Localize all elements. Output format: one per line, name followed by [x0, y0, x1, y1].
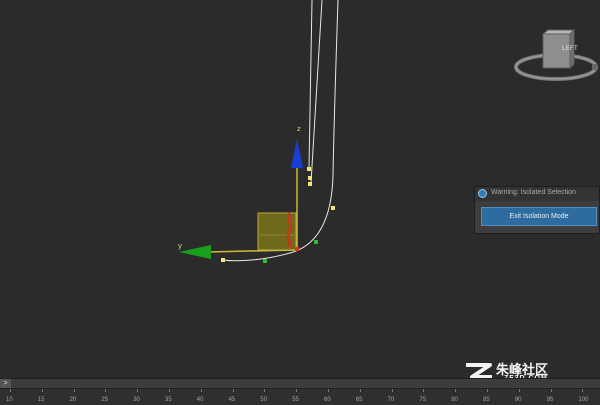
track-bar-tick-label: 60	[324, 397, 331, 403]
spline-vertex[interactable]	[307, 167, 311, 171]
track-bar-tick	[423, 389, 425, 392]
track-bar-tick-label: 90	[514, 397, 522, 403]
dialog-titlebar[interactable]: Warning: Isolated Selection	[475, 187, 599, 201]
track-bar-tick	[73, 389, 75, 392]
track-bar-tick	[232, 389, 234, 392]
warning-icon	[478, 189, 487, 198]
track-bar-tick-label: 65	[355, 397, 363, 403]
track-bar-tick-label: 95	[546, 397, 554, 403]
track-bar-tick-label: 80	[451, 397, 458, 403]
track-bar-tick	[105, 389, 107, 392]
spline-vertex[interactable]	[308, 176, 312, 180]
gizmo-y-axis-line[interactable]	[206, 249, 298, 253]
track-bar-tick	[550, 389, 552, 392]
gizmo-z-arrow[interactable]	[291, 139, 303, 168]
track-bar-tick-label: 20	[69, 397, 77, 403]
track-bar-tick	[582, 389, 584, 392]
track-bar-tick	[359, 389, 361, 392]
gizmo-z-label: z	[297, 125, 301, 133]
viewcube[interactable]: LEFT	[514, 26, 598, 86]
exit-isolation-mode-button[interactable]: Exit Isolation Mode	[481, 207, 597, 226]
viewport-perspective[interactable]: z y LEFT Warning: Isolated Selection Exi…	[0, 0, 600, 382]
spline-selected-vertex[interactable]	[295, 247, 299, 251]
viewcube-graphic[interactable]	[514, 26, 598, 86]
spline-tangent-handle[interactable]	[263, 259, 267, 263]
track-bar-tick-label: 55	[292, 397, 299, 403]
track-bar-tick-label: 45	[228, 397, 236, 403]
viewcube-face-label[interactable]: LEFT	[557, 46, 583, 52]
track-bar-tick-label: 85	[483, 397, 490, 403]
track-bar-tick	[328, 389, 329, 392]
track-bar-tick-label: 25	[101, 397, 109, 403]
dialog-title: Warning: Isolated Selection	[491, 189, 576, 196]
time-slider[interactable]: >	[0, 378, 600, 389]
track-bar-tick-label: 15	[37, 397, 45, 403]
spline-tangent-handle[interactable]	[314, 240, 318, 244]
track-bar-tick-label: 70	[387, 397, 395, 403]
track-bar-tick	[391, 389, 393, 392]
watermark: 朱峰社区 ZF3D.COM	[464, 360, 600, 382]
track-bar-tick	[200, 389, 202, 392]
track-bar-tick	[455, 389, 457, 392]
track-bar-tick	[169, 389, 170, 392]
track-bar-tick-label: 100	[578, 397, 589, 403]
track-bar-tick	[10, 389, 11, 392]
spline-vertex[interactable]	[221, 258, 225, 262]
track-bar-tick-label: 35	[165, 397, 172, 403]
track-bar-tick-label: 50	[260, 397, 268, 403]
time-slider-next-arrow[interactable]: >	[0, 379, 11, 388]
gizmo-y-arrow[interactable]	[179, 245, 211, 259]
track-bar-tick-label: 10	[6, 397, 13, 403]
spline-curve-inner[interactable]	[310, 0, 323, 184]
track-bar-tick	[296, 389, 298, 392]
track-bar-tick-label: 30	[133, 397, 140, 403]
track-bar[interactable]: 10 15 20 25 30 35 40 45 50 55 60 65 70 75 80 85 90 95 100	[0, 389, 600, 405]
track-bar-tick	[264, 389, 266, 392]
track-bar-tick-label: 40	[196, 397, 204, 403]
track-bar-tick	[487, 389, 488, 392]
isolation-warning-dialog: Warning: Isolated Selection Exit Isolati…	[474, 186, 600, 234]
track-bar-tick	[41, 389, 43, 392]
track-bar-tick-label: 75	[419, 397, 427, 403]
gizmo-y-label: y	[178, 242, 183, 250]
spline-vertex[interactable]	[331, 206, 335, 210]
track-bar-tick	[137, 389, 139, 392]
track-bar-tick	[518, 389, 520, 392]
pivot-rotate-indicator	[286, 212, 293, 249]
spline-vertex[interactable]	[308, 182, 312, 186]
